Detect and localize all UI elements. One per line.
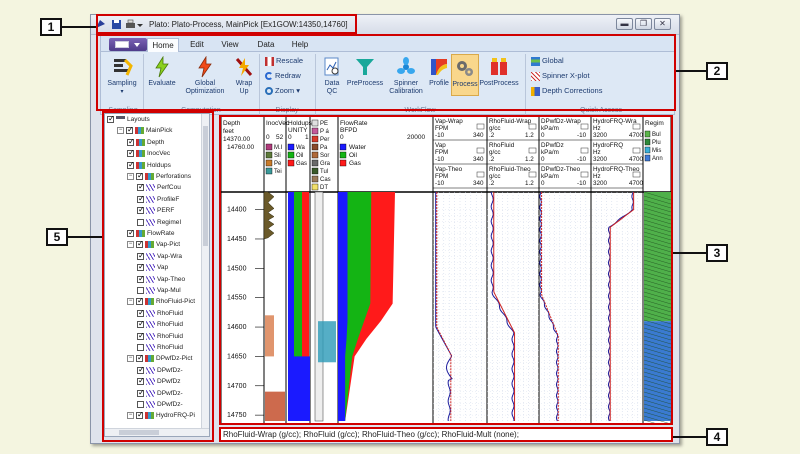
callout-box-1 (96, 14, 357, 34)
callout-line-1 (62, 26, 96, 28)
close-button[interactable]: ✕ (654, 18, 671, 30)
callout-label-3: 3 (706, 244, 728, 262)
callout-box-4 (219, 427, 673, 442)
callout-label-5: 5 (46, 228, 68, 246)
callout-label-1: 1 (40, 18, 62, 36)
callout-line-4 (673, 436, 706, 438)
callout-label-2: 2 (706, 62, 728, 80)
restore-button[interactable]: ❐ (635, 18, 652, 30)
callout-box-5 (102, 111, 214, 442)
callout-box-2 (96, 34, 676, 111)
minimize-button[interactable]: ▬ (616, 18, 633, 30)
callout-label-4: 4 (706, 428, 728, 446)
callout-line-3 (673, 252, 706, 254)
callout-line-5 (68, 236, 102, 238)
callout-box-3 (219, 115, 673, 425)
callout-line-2 (676, 70, 706, 72)
